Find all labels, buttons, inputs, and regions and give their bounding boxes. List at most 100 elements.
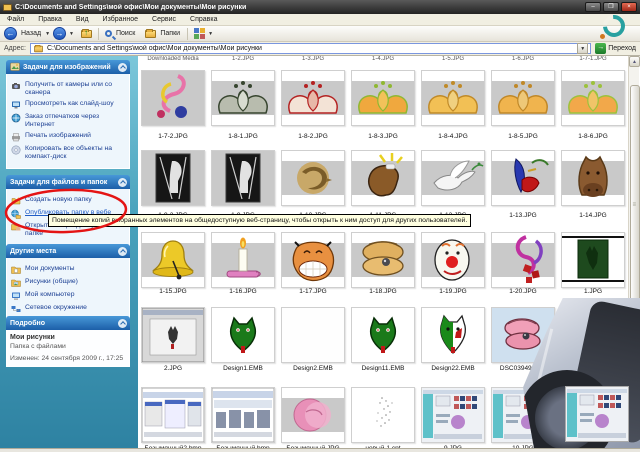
thumbnail-Design1.EMB[interactable] [211, 307, 275, 363]
task-label[interactable]: Копировать все объекты на компакт-диск [25, 145, 125, 161]
thumbnail-новый-1.cpt[interactable] [351, 387, 415, 443]
go-button[interactable]: → Переход [595, 43, 636, 54]
folders-icon[interactable] [145, 28, 157, 38]
thumbnail-2.JPG[interactable] [141, 307, 205, 363]
task-prints[interactable]: Заказ отпечатков через Интернет [11, 113, 125, 129]
thumbnail-1-7-2.JPG[interactable] [141, 70, 205, 126]
task-label[interactable]: Создать новую папку [25, 196, 92, 204]
task-printer[interactable]: Печать изображений [11, 132, 125, 142]
maximize-button[interactable]: ❐ [603, 2, 619, 12]
file-label-partial[interactable]: 1-5.JPG [418, 56, 488, 64]
thumbnail-1.JPG[interactable] [561, 232, 625, 288]
thumbnail-1-20.JPG[interactable] [491, 232, 555, 288]
views-dropdown-icon[interactable]: ▼ [208, 31, 213, 37]
thumbnail-1-8-6.JPG[interactable] [561, 70, 625, 126]
file-label-partial[interactable]: 1-7-1.JPG [558, 56, 628, 64]
close-button[interactable]: × [621, 2, 637, 12]
task-folder-pics[interactable]: Рисунки (общие) [11, 278, 125, 288]
task-folder-docs[interactable]: Мои документы [11, 265, 125, 275]
thumbnail-1-10.JPG[interactable] [281, 150, 345, 206]
file-label[interactable]: 1-8-3.JPG [348, 133, 418, 140]
menu-item-3[interactable]: Избранное [96, 16, 145, 23]
panel-header-1[interactable]: Задачи для файлов и папок [6, 175, 130, 189]
thumbnail-1-17.JPG[interactable] [281, 232, 345, 288]
file-label[interactable]: 1-13.JPG [488, 212, 558, 219]
thumbnail-overlay[interactable] [565, 386, 629, 442]
task-cd[interactable]: Копировать все объекты на компакт-диск [11, 145, 125, 161]
address-dropdown-icon[interactable]: ▼ [577, 43, 589, 54]
thumbnail-1-12.JPG[interactable] [421, 150, 485, 206]
menu-item-0[interactable]: Файл [0, 16, 31, 23]
file-label[interactable]: 1-8-5.JPG [488, 133, 558, 140]
file-label[interactable]: Design11.EMB [348, 365, 418, 372]
file-label[interactable]: 1-14.JPG [558, 212, 628, 219]
scroll-up-icon[interactable]: ▲ [629, 56, 640, 67]
task-network[interactable]: Сетевое окружение [11, 304, 125, 314]
forward-icon[interactable]: → [53, 27, 67, 40]
menu-item-2[interactable]: Вид [69, 16, 96, 23]
file-label[interactable]: 1-8-6.JPG [558, 133, 628, 140]
thumbnail-Design11.EMB[interactable] [351, 307, 415, 363]
file-label[interactable]: Design22.EMB [418, 365, 488, 372]
file-label[interactable]: 1-8-4.JPG [418, 133, 488, 140]
minimize-button[interactable]: – [585, 2, 601, 12]
panel-header-0[interactable]: Задачи для изображений [6, 60, 130, 74]
task-camera[interactable]: Получить от камеры или со сканера [11, 81, 125, 97]
collapse-chevron-icon[interactable] [118, 62, 127, 72]
task-label[interactable]: Просмотреть как слайд-шоу [25, 100, 114, 108]
thumbnail-1-18.JPG[interactable] [351, 232, 415, 288]
task-label[interactable]: Получить от камеры или со сканера [25, 81, 125, 97]
collapse-chevron-icon[interactable] [118, 318, 127, 328]
thumbnail-1-8-4.JPG[interactable] [421, 70, 485, 126]
up-folder-icon[interactable]: ↑ [80, 28, 92, 38]
scrollbar-thumb[interactable] [629, 85, 640, 330]
thumbnail-1-9-2.JPG[interactable] [141, 150, 205, 206]
task-label[interactable]: Мой компьютер [25, 291, 74, 299]
thumbnail-1-8-1.JPG[interactable] [211, 70, 275, 126]
file-label-partial[interactable]: 1-6.JPG [488, 56, 558, 64]
task-my-computer[interactable]: Мой компьютер [11, 291, 125, 301]
back-dropdown-icon[interactable]: ▼ [45, 31, 50, 37]
thumbnail-1-15.JPG[interactable] [141, 232, 205, 288]
folders-button[interactable]: Папки [160, 30, 180, 37]
thumbnail-Design2.EMB[interactable] [281, 307, 345, 363]
file-label[interactable]: Design1.EMB [208, 365, 278, 372]
panel-header-2[interactable]: Другие места [6, 244, 130, 258]
collapse-chevron-icon[interactable] [118, 246, 127, 256]
thumbnail-9.JPG[interactable] [421, 387, 485, 443]
thumbnail-1-13.JPG[interactable] [491, 150, 555, 206]
address-input[interactable]: C:\Documents and Settings\мой офис\Мои д… [29, 43, 592, 54]
file-label[interactable]: 1-7-2.JPG [138, 133, 208, 140]
thumbnail-1-14.JPG[interactable] [561, 150, 625, 206]
file-label-partial[interactable]: 1-4.JPG [348, 56, 418, 64]
search-button[interactable]: Поиск [116, 30, 135, 37]
file-label[interactable]: 1-19.JPG [418, 288, 488, 295]
file-label[interactable]: 1-8-1.JPG [208, 133, 278, 140]
file-label[interactable]: 1-8-2.JPG [278, 133, 348, 140]
file-label[interactable]: 1-18.JPG [348, 288, 418, 295]
file-label-partial[interactable]: 1-3.JPG [278, 56, 348, 64]
panel-header-3[interactable]: Подробно [6, 316, 130, 330]
file-label[interactable]: 2.JPG [138, 365, 208, 372]
forward-dropdown-icon[interactable]: ▼ [69, 31, 74, 37]
thumbnail-1-16.JPG[interactable] [211, 232, 275, 288]
file-label[interactable]: 1-20.JPG [488, 288, 558, 295]
file-label[interactable]: Design2.EMB [278, 365, 348, 372]
search-icon[interactable] [104, 30, 112, 37]
back-icon[interactable]: ← [4, 27, 17, 40]
thumbnail-1-8-5.JPG[interactable] [491, 70, 555, 126]
file-label[interactable]: 1.JPG [558, 288, 628, 295]
menu-item-5[interactable]: Справка [183, 16, 224, 23]
thumbnail-1-8-3.JPG[interactable] [351, 70, 415, 126]
file-label[interactable]: 1-16.JPG [208, 288, 278, 295]
file-label[interactable]: 1-15.JPG [138, 288, 208, 295]
views-icon[interactable] [194, 28, 206, 39]
collapse-chevron-icon[interactable] [118, 177, 127, 187]
menu-item-1[interactable]: Правка [31, 16, 69, 23]
thumbnail-1-8-2.JPG[interactable] [281, 70, 345, 126]
task-label[interactable]: Рисунки (общие) [25, 278, 78, 286]
thumbnail-1-9.JPG[interactable] [211, 150, 275, 206]
thumbnail-Design22.EMB[interactable] [421, 307, 485, 363]
file-label[interactable]: 1-17.JPG [278, 288, 348, 295]
thumbnail-Безымянный.JPG[interactable] [281, 387, 345, 443]
